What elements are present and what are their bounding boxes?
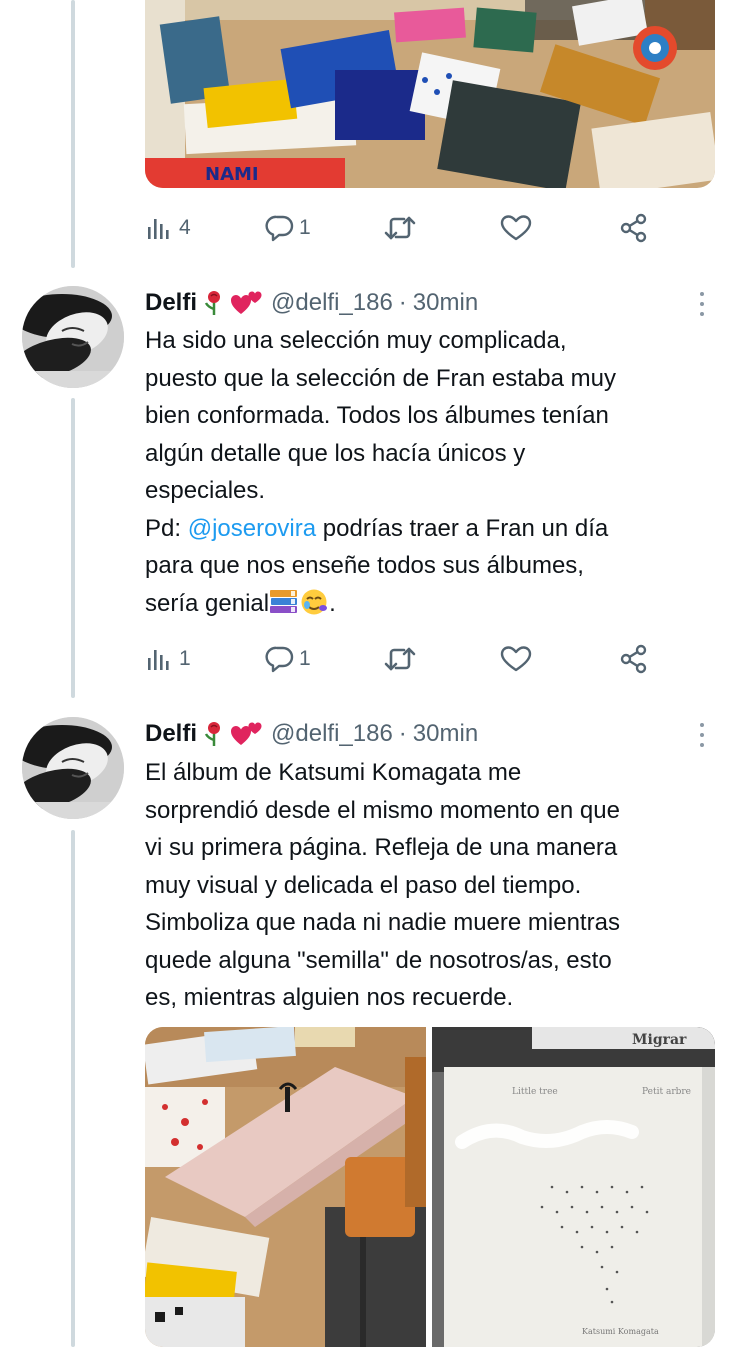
- tweet-actions: 1 1: [145, 639, 665, 679]
- tweet-line: bien conformada. Todos los álbumes tenía…: [145, 402, 609, 429]
- two-hearts-emoji: [231, 721, 263, 747]
- share-button[interactable]: [619, 208, 649, 248]
- tweet-photo[interactable]: Migrar Little tree Petit arbre Katsumi K…: [432, 1027, 715, 1347]
- like-icon: [500, 646, 532, 672]
- books-icon: [270, 589, 298, 613]
- tweet-actions-top: 4 1: [145, 208, 665, 248]
- separator-dot: ·: [398, 289, 407, 316]
- rose-icon: [204, 722, 221, 746]
- tweet-line: especiales.: [145, 477, 266, 504]
- tweet-line: Ha sido una selección muy complicada,: [145, 327, 567, 354]
- tweet-line: es, mientras alguien nos recuerde.: [145, 984, 514, 1011]
- cover-author: Katsumi Komagata: [582, 1327, 659, 1336]
- tweet-line: quede alguna "semilla" de nosotros/as, e…: [145, 946, 612, 974]
- like-icon: [500, 215, 532, 241]
- reply-count: 1: [299, 647, 311, 670]
- author-name[interactable]: Delfi: [145, 289, 197, 317]
- photo-book-text: NAMI: [205, 164, 259, 185]
- tweet[interactable]: Delfi @delfi_186 · 30min El álbum de Kat…: [0, 717, 738, 1347]
- pd-rest: podrías traer a Fran un día: [316, 514, 609, 542]
- tweet-line: El álbum de Katsumi Komagata me: [145, 759, 522, 786]
- tweet-line: Simboliza que nada ni nadie muere mientr…: [145, 909, 620, 936]
- author-name[interactable]: Delfi: [145, 720, 197, 748]
- avatar-photo: [22, 286, 124, 388]
- timestamp[interactable]: 30min: [413, 720, 478, 748]
- timestamp[interactable]: 30min: [413, 289, 478, 317]
- share-icon: [620, 213, 647, 243]
- tweet-line-pd: Pd: @joserovira podrías traer a Fran un …: [145, 510, 715, 548]
- face-holding-back-tears-icon: [301, 589, 328, 614]
- share-icon: [620, 644, 647, 674]
- tweet-line: para que nos enseñe todos sus álbumes,: [145, 552, 584, 579]
- retweet-icon: [384, 216, 416, 240]
- reply-icon: [265, 646, 294, 673]
- like-button[interactable]: [500, 208, 532, 248]
- tweet[interactable]: Delfi @delfi_186 · 30min Ha sido una sel…: [0, 286, 738, 686]
- like-button[interactable]: [500, 639, 532, 679]
- mention-link[interactable]: @joserovira: [188, 515, 316, 542]
- rose-emoji: [203, 290, 225, 316]
- tweet-line: algún detalle que los hacía únicos y: [145, 439, 526, 467]
- author-handle[interactable]: @delfi_186: [271, 720, 393, 748]
- photo-book-text: Migrar: [632, 1032, 687, 1048]
- author-handle[interactable]: @delfi_186: [271, 289, 393, 317]
- tweet-line: vi su primera página. Refleja de una man…: [145, 834, 618, 861]
- tweet-line-last: sería genial .: [145, 585, 715, 628]
- books-emoji: [269, 588, 299, 628]
- book-cover-photo: Migrar Little tree Petit arbre Katsumi K…: [432, 1027, 715, 1347]
- more-icon[interactable]: [698, 290, 706, 318]
- more-icon[interactable]: [698, 721, 706, 749]
- views-button[interactable]: 1: [145, 639, 191, 679]
- retweet-icon: [384, 647, 416, 671]
- retweet-button[interactable]: [383, 639, 417, 679]
- reply-button[interactable]: 1: [265, 208, 311, 248]
- separator-dot: ·: [398, 720, 407, 747]
- popup-book-photo: [145, 1027, 426, 1347]
- books-table-photo: NAMI: [145, 0, 715, 188]
- two-hearts-icon: [231, 722, 262, 745]
- rose-emoji: [203, 721, 225, 747]
- tweet-header: Delfi @delfi_186 · 30min: [145, 717, 478, 751]
- views-count: 4: [179, 216, 191, 239]
- avatar[interactable]: [22, 717, 124, 819]
- two-hearts-icon: [231, 291, 262, 314]
- views-button[interactable]: 4: [145, 208, 191, 248]
- views-icon: [148, 219, 169, 239]
- avatar-photo: [22, 717, 124, 819]
- tweet-photo[interactable]: NAMI: [145, 0, 715, 188]
- tweet-line: sorprendió desde el mismo momento en que: [145, 796, 620, 824]
- views-icon: [148, 650, 169, 670]
- views-count: 1: [179, 647, 191, 670]
- rose-icon: [204, 291, 221, 315]
- pd-prefix: Pd:: [145, 514, 188, 542]
- thread-line-top: [71, 0, 75, 268]
- share-button[interactable]: [619, 639, 649, 679]
- avatar[interactable]: [22, 286, 124, 388]
- reply-icon: [265, 215, 294, 242]
- retweet-button[interactable]: [383, 208, 417, 248]
- cover-title-left: Little tree: [512, 1087, 558, 1097]
- reply-button[interactable]: 1: [265, 639, 311, 679]
- tweet-line: puesto que la selección de Fran estaba m…: [145, 364, 616, 392]
- tweet-header: Delfi @delfi_186 · 30min: [145, 286, 478, 320]
- pd-line3: sería genial: [145, 589, 270, 617]
- cover-title-right: Petit arbre: [642, 1087, 691, 1097]
- tears-emoji: [299, 588, 329, 628]
- tweet-line: muy visual y delicada el paso del tiempo…: [145, 871, 582, 899]
- reply-count: 1: [299, 216, 311, 239]
- pd-end: .: [329, 589, 336, 617]
- tweet-text: El álbum de Katsumi Komagata me sorprend…: [145, 754, 715, 1017]
- tweet-text: Ha sido una selección muy complicada, pu…: [145, 322, 715, 627]
- two-hearts-emoji: [231, 290, 263, 316]
- tweet-photo[interactable]: [145, 1027, 426, 1347]
